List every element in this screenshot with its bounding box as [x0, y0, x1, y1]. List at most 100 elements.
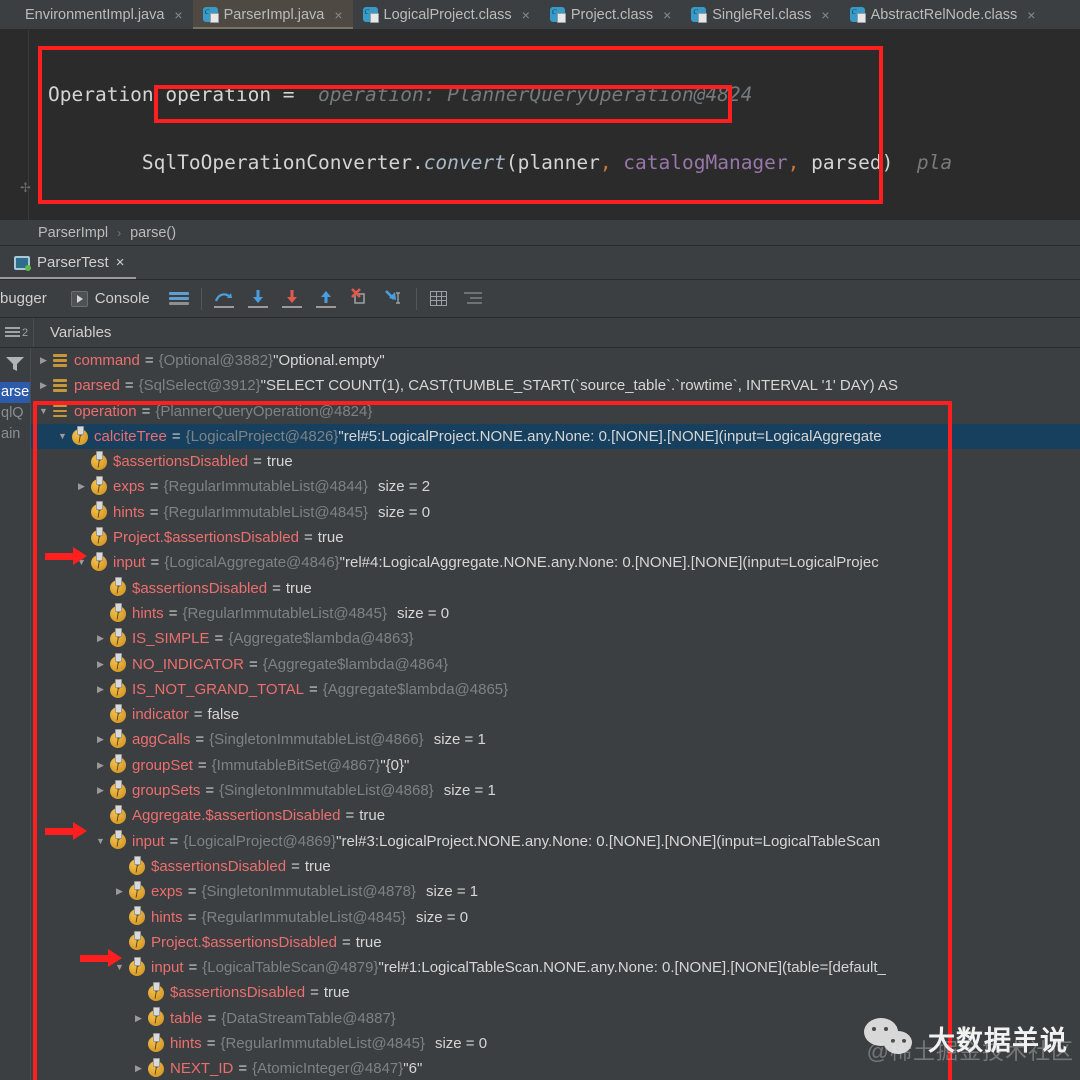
variable-row[interactable]: hints={RegularImmutableList@4845} size = … [31, 1031, 1080, 1056]
chevron-down-icon[interactable]: ▼ [94, 829, 107, 854]
variable-value: true [359, 807, 386, 825]
frame-item-2[interactable]: ain [0, 424, 30, 445]
variable-value: "6" [403, 1060, 423, 1078]
close-icon[interactable]: × [1027, 7, 1035, 23]
chevron-right-icon[interactable]: ▶ [94, 677, 107, 702]
editor-tab-5[interactable]: AbstractRelNode.class × [839, 0, 1046, 29]
variable-row[interactable]: hints={RegularImmutableList@4845} size = … [31, 500, 1080, 525]
chevron-right-icon[interactable]: ▶ [113, 879, 126, 904]
field-icon [110, 602, 126, 622]
variable-row[interactable]: ▼ operation = {PlannerQueryOperation@4824} [31, 399, 1080, 424]
chevron-down-icon[interactable]: ▼ [75, 550, 88, 575]
chevron-right-icon[interactable]: ▶ [132, 1006, 145, 1031]
chevron-right-icon[interactable]: ▶ [37, 373, 50, 398]
tab-debugger[interactable]: bugger [0, 280, 59, 317]
variable-name: NO_INDICATOR [132, 655, 244, 673]
show-execution-point-button[interactable] [162, 282, 196, 316]
variable-row[interactable]: Project.$assertionsDisabled=true [31, 930, 1080, 955]
variable-row[interactable]: ▶ IS_NOT_GRAND_TOTAL ={Aggregate$lambda@48… [31, 677, 1080, 702]
variable-row[interactable]: $assertionsDisabled=true [31, 449, 1080, 474]
chevron-right-icon[interactable]: ▶ [94, 626, 107, 651]
variable-row[interactable]: ▶ groupSets={SingletonImmutableList@4868}… [31, 778, 1080, 803]
close-icon[interactable]: × [522, 7, 530, 23]
variable-row[interactable]: $assertionsDisabled=true [31, 576, 1080, 601]
debugger-main-area: arse qlQ ain ▶ command = {Optional@3882} "Opt… [0, 348, 1080, 1080]
variable-value: "rel#4:LogicalAggregate.NONE.any.None: 0… [339, 554, 879, 572]
fold-arrow-icon[interactable]: ✢ [20, 180, 31, 196]
variable-row[interactable]: ▶ command = {Optional@3882} "Optional.empty… [31, 348, 1080, 373]
variable-row[interactable]: ▶ exps={SingletonImmutableList@4878} size … [31, 879, 1080, 904]
step-out-button[interactable] [309, 282, 343, 316]
variable-row[interactable]: ▼ input={LogicalTableScan@4879} "rel#1:Lo… [31, 955, 1080, 980]
variable-row[interactable]: ▶ parsed = {SqlSelect@3912} "SELECT COUNT(1… [31, 373, 1080, 398]
variable-value: true [285, 579, 312, 597]
variable-row[interactable]: ▶ NEXT_ID={AtomicInteger@4847} "6" [31, 1056, 1080, 1080]
variable-row[interactable]: indicator=false [31, 702, 1080, 727]
chevron-right-icon[interactable]: ▶ [94, 778, 107, 803]
variable-row[interactable]: $assertionsDisabled=true [31, 854, 1080, 879]
variable-row[interactable]: Aggregate.$assertionsDisabled=true [31, 803, 1080, 828]
editor-tab-1[interactable]: ParserImpl.java × [192, 0, 353, 29]
close-icon[interactable]: × [334, 7, 342, 23]
chevron-right-icon[interactable]: ▶ [132, 1056, 145, 1080]
frame-item-0[interactable]: arse [0, 382, 30, 403]
code-editor[interactable]: ✢ Operation operation = operation: Plann… [0, 30, 1080, 220]
step-into-button[interactable] [241, 282, 275, 316]
step-over-button[interactable] [207, 282, 241, 316]
tab-console[interactable]: Console [59, 280, 162, 317]
variable-row[interactable]: ▼ input={LogicalProject@4869} "rel#3:Logi… [31, 829, 1080, 854]
close-icon[interactable]: × [116, 254, 125, 271]
variables-tree[interactable]: ▶ command = {Optional@3882} "Optional.empty… [31, 348, 1080, 1080]
variable-row[interactable]: ▶ NO_INDICATOR={Aggregate$lambda@4864} [31, 652, 1080, 677]
editor-tab-4[interactable]: SingleRel.class × [681, 0, 840, 29]
tab-variables[interactable]: Variables [34, 318, 127, 347]
variable-row[interactable]: $assertionsDisabled=true [31, 980, 1080, 1005]
variable-row[interactable]: ▶ groupSet={ImmutableBitSet@4867} "{0}" [31, 753, 1080, 778]
frame-item-1[interactable]: qlQ [0, 403, 30, 424]
chevron-down-icon[interactable]: ▼ [56, 424, 69, 449]
equals-sign: = [303, 529, 313, 547]
chevron-right-icon[interactable]: ▶ [94, 652, 107, 677]
frames-toggle-button[interactable]: 2 [0, 318, 34, 347]
variable-value: "rel#3:LogicalProject.NONE.any.None: 0.[… [336, 832, 881, 850]
chevron-right-icon[interactable]: ▶ [37, 348, 50, 373]
code-content[interactable]: Operation operation = operation: Planner… [0, 44, 1080, 220]
variable-type: {RegularImmutableList@4844} [163, 478, 368, 496]
variable-row[interactable]: ▶ exps={RegularImmutableList@4844} size = … [31, 474, 1080, 499]
frames-panel[interactable]: arse qlQ ain [0, 348, 31, 1080]
variable-name: groupSet [132, 756, 193, 774]
variable-type: {SingletonImmutableList@4878} [201, 883, 416, 901]
run-to-cursor-button[interactable] [377, 282, 411, 316]
chevron-right-icon[interactable]: ▶ [75, 474, 88, 499]
evaluate-expression-button[interactable] [422, 282, 456, 316]
settings-button[interactable] [456, 282, 490, 316]
variable-row[interactable]: ▶ IS_SIMPLE={Aggregate$lambda@4863} [31, 626, 1080, 651]
close-icon[interactable]: × [663, 7, 671, 23]
close-icon[interactable]: × [821, 7, 829, 23]
breadcrumb-class[interactable]: ParserImpl [38, 225, 108, 241]
breadcrumb-method[interactable]: parse() [130, 225, 176, 241]
force-step-into-button[interactable] [275, 282, 309, 316]
editor-tab-label: LogicalProject.class [383, 6, 512, 23]
chevron-right-icon[interactable]: ▶ [94, 753, 107, 778]
drop-frame-button[interactable] [343, 282, 377, 316]
editor-tab-3[interactable]: Project.class × [539, 0, 682, 29]
variable-row[interactable]: ▼ input={LogicalAggregate@4846} "rel#4:Lo… [31, 550, 1080, 575]
chevron-down-icon[interactable]: ▼ [37, 399, 50, 424]
variable-row[interactable]: ▶ table={DataStreamTable@4887} [31, 1006, 1080, 1031]
chevron-right-icon[interactable]: ▶ [94, 727, 107, 752]
variable-row[interactable]: hints={RegularImmutableList@4845} size = … [31, 905, 1080, 930]
run-tab-parsertest[interactable]: ParserTest × [0, 246, 137, 279]
variable-row[interactable]: ▶ aggCalls={SingletonImmutableList@4866} s… [31, 727, 1080, 752]
variable-row[interactable]: Project.$assertionsDisabled=true [31, 525, 1080, 550]
equals-sign: = [310, 984, 319, 1002]
editor-tab-0[interactable]: EnvironmentImpl.java × [0, 0, 193, 29]
filter-icon[interactable] [5, 356, 25, 372]
variable-row[interactable]: ▼ calciteTree={LogicalProject@4826} "rel#… [31, 423, 1080, 450]
close-icon[interactable]: × [174, 7, 182, 23]
editor-tab-2[interactable]: LogicalProject.class × [352, 0, 540, 29]
chevron-down-icon[interactable]: ▼ [113, 955, 126, 980]
variable-type: {Aggregate$lambda@4863} [228, 630, 414, 648]
variable-row[interactable]: hints={RegularImmutableList@4845} size = … [31, 601, 1080, 626]
class-file-icon [362, 5, 379, 23]
